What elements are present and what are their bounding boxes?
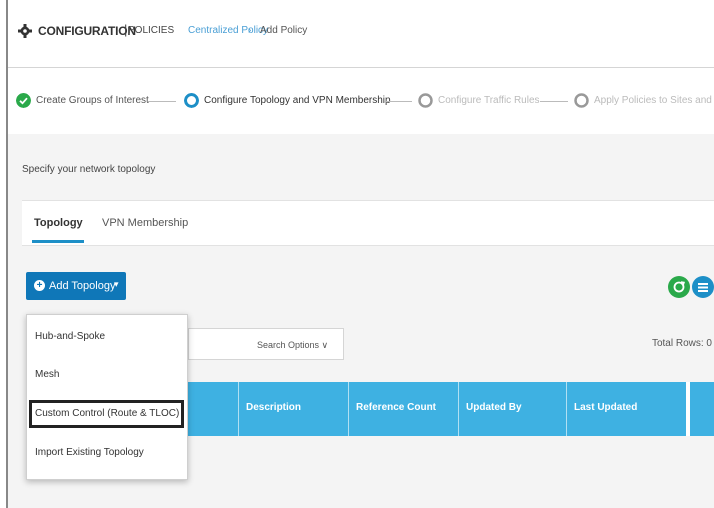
column-divider (566, 382, 567, 436)
column-reference-count[interactable]: Reference Count (356, 402, 436, 413)
step-3-label[interactable]: Configure Traffic Rules (438, 95, 540, 106)
page-header: CONFIGURATION | POLICIES Centralized Pol… (8, 0, 714, 68)
column-divider (238, 382, 239, 436)
pending-step-icon (418, 93, 433, 108)
add-topology-button[interactable]: + Add Topology ▾ (26, 272, 126, 300)
search-options-dropdown[interactable]: Search Options ∨ (257, 340, 328, 351)
step-2-label[interactable]: Configure Topology and VPN Membership (204, 95, 391, 106)
tab-topology[interactable]: Topology (34, 217, 83, 229)
step-4-label[interactable]: Apply Policies to Sites and VPNs (594, 95, 714, 106)
tab-bar: Topology VPN Membership (22, 200, 714, 246)
breadcrumb-arrow: › (248, 25, 252, 36)
step-1-label[interactable]: Create Groups of Interest (36, 95, 149, 106)
add-topology-label: Add Topology (49, 280, 116, 292)
current-step-icon (184, 93, 199, 108)
menu-item-mesh[interactable]: Mesh (35, 369, 59, 380)
active-tab-indicator (32, 240, 84, 243)
step-connector (148, 101, 176, 102)
breadcrumb-current: Add Policy (260, 25, 308, 36)
policies-label: POLICIES (128, 25, 175, 36)
title-separator: | (124, 22, 128, 37)
column-last-updated[interactable]: Last Updated (574, 402, 637, 413)
specify-topology-text: Specify your network topology (22, 164, 156, 175)
column-divider (458, 382, 459, 436)
table-header: Description Reference Count Updated By L… (188, 382, 714, 436)
tab-vpn-membership[interactable]: VPN Membership (102, 217, 188, 229)
column-updated-by[interactable]: Updated By (466, 402, 522, 413)
main-frame: CONFIGURATION | POLICIES Centralized Pol… (6, 0, 714, 508)
caret-down-icon: ▾ (114, 279, 119, 289)
plus-icon: + (34, 280, 45, 291)
total-rows-text: Total Rows: 0 (651, 338, 712, 349)
menu-item-custom-control[interactable]: Custom Control (Route & TLOC) (35, 408, 179, 419)
column-divider (686, 382, 690, 436)
gear-icon (18, 24, 32, 38)
menu-item-import-existing[interactable]: Import Existing Topology (35, 447, 144, 458)
menu-item-hub-and-spoke[interactable]: Hub-and-Spoke (35, 331, 105, 342)
column-description[interactable]: Description (246, 402, 301, 413)
check-circle-icon (16, 93, 31, 108)
refresh-icon[interactable] (668, 276, 690, 298)
breadcrumb-centralized-policy[interactable]: Centralized Policy (188, 25, 268, 36)
step-connector (540, 101, 568, 102)
step-connector (384, 101, 412, 102)
wizard-stepper: Create Groups of Interest Configure Topo… (8, 70, 714, 134)
config-title: CONFIGURATION (38, 24, 136, 38)
column-divider (348, 382, 349, 436)
pending-step-icon (574, 93, 589, 108)
search-input[interactable]: Search Options ∨ (188, 328, 344, 360)
list-menu-icon[interactable] (692, 276, 714, 298)
add-topology-menu: Hub-and-Spoke Mesh Custom Control (Route… (26, 314, 188, 480)
